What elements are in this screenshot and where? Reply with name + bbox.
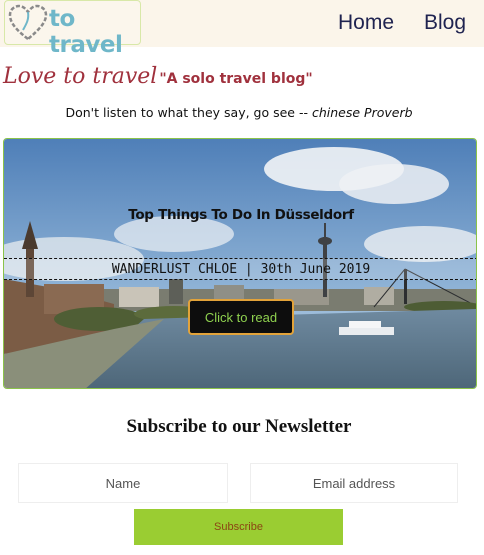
email-input[interactable] (250, 463, 458, 503)
hero-title[interactable]: Top Things To Do In Düsseldorf (4, 207, 476, 223)
click-to-read-button[interactable]: Click to read (188, 299, 294, 335)
quote: Don't listen to what they say, go see --… (0, 105, 478, 120)
logo-text: to travel (49, 6, 123, 58)
blog-tagline: "A solo travel blog" (159, 71, 313, 87)
navbar: to travel Home Blog (0, 0, 484, 58)
nav-link-blog[interactable]: Blog (424, 11, 466, 35)
name-input[interactable] (18, 463, 228, 503)
blog-title: Love to travel "A solo travel blog" (3, 64, 313, 89)
hero-meta: WANDERLUST CHLOE | 30th June 2019 (111, 262, 371, 277)
nav-link-home[interactable]: Home (338, 11, 394, 35)
hero-card: Top Things To Do In Düsseldorf WANDERLUS… (3, 138, 477, 389)
logo[interactable]: to travel (4, 0, 141, 58)
newsletter-title: Subscribe to our Newsletter (126, 416, 352, 437)
quote-source: chinese Proverb (311, 105, 413, 120)
heart-icon (8, 4, 48, 41)
subscribe-button[interactable]: Subscribe (134, 509, 343, 545)
blog-name: Love to travel (3, 64, 158, 89)
quote-text: Don't listen to what they say, go see -- (65, 105, 312, 120)
